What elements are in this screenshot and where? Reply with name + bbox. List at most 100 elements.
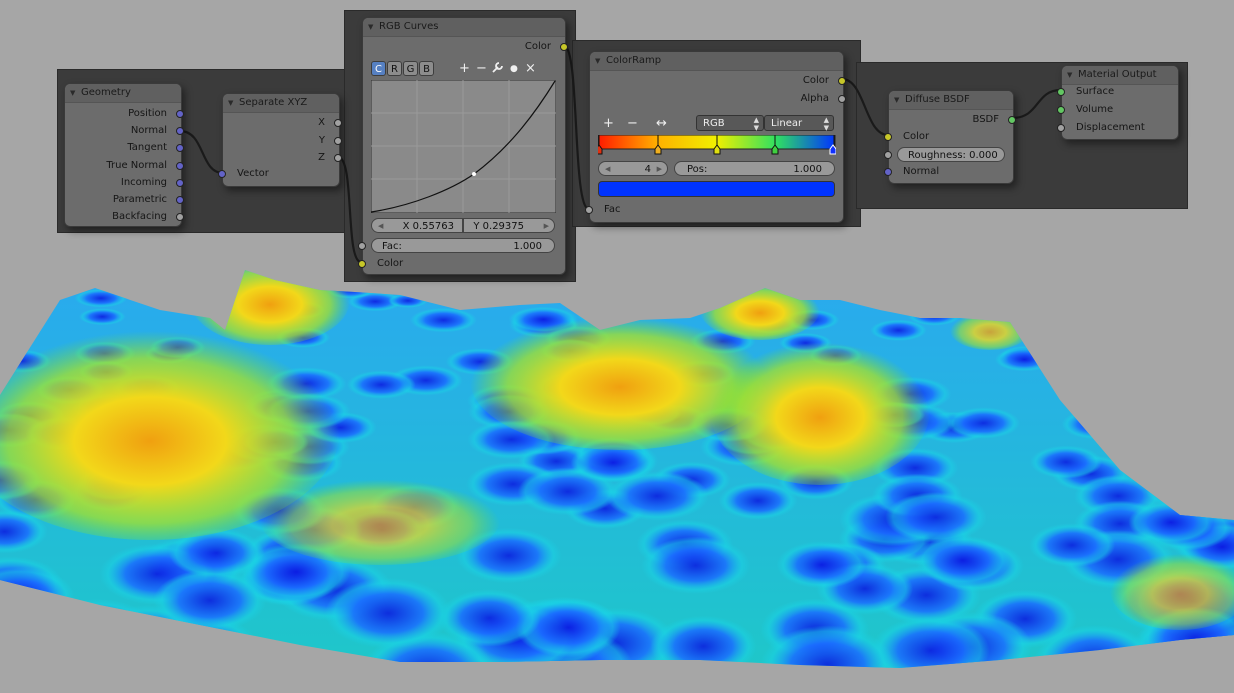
tab-g[interactable]: G (403, 61, 418, 76)
material-input-surface: Surface (1076, 86, 1115, 97)
material-output-node[interactable]: ▼ Material Output Surface Volume Displac… (1057, 65, 1179, 140)
geometry-node-header[interactable]: ▼ Geometry (65, 84, 181, 103)
socket-normal-in[interactable] (884, 168, 892, 176)
diffuse-input-normal: Normal (903, 166, 940, 177)
socket-vector-in[interactable] (218, 170, 226, 178)
rgb-curves-output-color: Color (524, 41, 551, 52)
remove-stop-icon[interactable]: − (627, 117, 638, 130)
geometry-output-parametric: Parametric (112, 194, 167, 205)
separate-xyz-output-y: Y (318, 135, 325, 146)
color-mode-dropdown[interactable]: RGB ▲ ▼ (696, 115, 764, 132)
geometry-output-normal: Normal (130, 125, 167, 136)
collapse-triangle-icon[interactable]: ▼ (1067, 66, 1072, 84)
tab-b[interactable]: B (419, 61, 434, 76)
delete-point-icon[interactable]: × (525, 62, 536, 75)
link-ramp-diffuse (841, 77, 889, 137)
colorramp-output-alpha: Alpha (800, 93, 829, 104)
socket-true-normal[interactable] (176, 162, 184, 170)
socket-color-out[interactable] (560, 43, 568, 51)
tab-r[interactable]: R (387, 61, 402, 76)
material-input-volume: Volume (1076, 104, 1114, 115)
up-down-arrows-icon: ▲ ▼ (823, 116, 829, 132)
socket-normal[interactable] (176, 127, 184, 135)
geometry-output-backfacing: Backfacing (112, 211, 167, 222)
diffuse-input-color: Color (903, 131, 930, 142)
separate-xyz-node-header[interactable]: ▼ Separate XYZ (223, 94, 339, 113)
geometry-node-title: Geometry (81, 87, 131, 98)
colorramp-output-color: Color (802, 75, 829, 86)
geometry-node[interactable]: ▼ Geometry Position Normal Tangent True … (64, 83, 184, 227)
flip-ramp-icon[interactable]: ↔ (656, 117, 667, 130)
socket-fac-in[interactable] (358, 242, 366, 250)
material-output-node-title: Material Output (1078, 69, 1157, 80)
socket-y[interactable] (334, 137, 342, 145)
separate-xyz-output-x: X (318, 117, 325, 128)
material-output-node-header[interactable]: ▼ Material Output (1062, 66, 1178, 85)
link-normal-vector (179, 129, 224, 175)
socket-x[interactable] (334, 119, 342, 127)
roughness-slider[interactable]: Roughness: 0.000 (897, 147, 1005, 162)
zoom-out-icon[interactable]: − (476, 62, 487, 75)
rgb-curves-node[interactable]: ▼ RGB Curves Color C R G B + − ● × ◀ X 0.… (358, 17, 568, 275)
collapse-triangle-icon[interactable]: ▼ (894, 91, 899, 109)
separate-xyz-output-z: Z (318, 152, 325, 163)
collapse-triangle-icon[interactable]: ▼ (70, 84, 75, 102)
wrench-icon[interactable] (491, 61, 504, 77)
geometry-output-tangent: Tangent (127, 142, 167, 153)
socket-bsdf-out[interactable] (1008, 116, 1016, 124)
color-ramp-bar[interactable] (598, 135, 836, 155)
add-stop-icon[interactable]: + (603, 117, 614, 130)
socket-fac-in[interactable] (585, 206, 593, 214)
socket-incoming[interactable] (176, 179, 184, 187)
geometry-output-true-normal: True Normal (106, 160, 167, 171)
socket-displacement-in[interactable] (1057, 124, 1065, 132)
active-stop-index-field[interactable]: ◀ 4 ▶ (598, 161, 668, 176)
link-color-fac (563, 44, 590, 211)
rgb-curves-node-header[interactable]: ▼ RGB Curves (363, 18, 565, 37)
material-input-displacement: Displacement (1076, 122, 1145, 133)
diffuse-output-bsdf: BSDF (972, 114, 999, 125)
socket-color-out[interactable] (838, 77, 846, 85)
socket-z[interactable] (334, 154, 342, 162)
collapse-triangle-icon[interactable]: ▼ (228, 94, 233, 112)
up-down-arrows-icon: ▲ ▼ (753, 116, 759, 132)
socket-volume-in[interactable] (1057, 106, 1065, 114)
diffuse-bsdf-node-header[interactable]: ▼ Diffuse BSDF (889, 91, 1013, 110)
link-bsdf-surface (1011, 88, 1062, 120)
interpolation-dropdown[interactable]: Linear ▲ ▼ (764, 115, 834, 132)
separate-xyz-input-vector: Vector (237, 168, 269, 179)
clipping-dot-icon[interactable]: ● (510, 63, 518, 76)
colorramp-node-header[interactable]: ▼ ColorRamp (590, 52, 843, 71)
geometry-output-incoming: Incoming (120, 177, 167, 188)
tab-c[interactable]: C (371, 61, 386, 76)
separate-xyz-node[interactable]: ▼ Separate XYZ X Y Z Vector (218, 93, 342, 187)
active-stop-color-swatch[interactable] (598, 181, 835, 197)
zoom-in-icon[interactable]: + (459, 62, 470, 75)
collapse-triangle-icon[interactable]: ▼ (368, 18, 373, 36)
curve-graph[interactable] (371, 80, 556, 213)
socket-roughness-in[interactable] (884, 151, 892, 159)
fac-slider[interactable]: Fac: 1.000 (371, 238, 555, 253)
colorramp-node-title: ColorRamp (606, 55, 662, 66)
socket-color-in[interactable] (884, 133, 892, 141)
geometry-output-position: Position (128, 108, 167, 119)
stop-position-field[interactable]: Pos: 1.000 (674, 161, 835, 176)
rgb-curves-input-color: Color (377, 258, 404, 269)
socket-position[interactable] (176, 110, 184, 118)
diffuse-bsdf-node[interactable]: ▼ Diffuse BSDF BSDF Color Roughness: 0.0… (884, 90, 1016, 184)
socket-tangent[interactable] (176, 144, 184, 152)
socket-color-in[interactable] (358, 260, 366, 268)
rgb-curves-node-title: RGB Curves (379, 21, 439, 32)
separate-xyz-node-title: Separate XYZ (239, 97, 308, 108)
socket-surface-in[interactable] (1057, 88, 1065, 96)
colorramp-input-fac: Fac (604, 204, 621, 215)
collapse-triangle-icon[interactable]: ▼ (595, 52, 600, 70)
colorramp-node[interactable]: ▼ ColorRamp Color Alpha + − ↔ RGB ▲ ▼ Lin… (585, 51, 846, 223)
curve-control-point[interactable] (472, 172, 476, 176)
socket-parametric[interactable] (176, 196, 184, 204)
curve-x-field[interactable]: ◀ X 0.55763 (371, 218, 463, 233)
socket-backfacing[interactable] (176, 213, 184, 221)
socket-alpha-out[interactable] (838, 95, 846, 103)
diffuse-bsdf-node-title: Diffuse BSDF (905, 94, 970, 105)
curve-y-field[interactable]: Y 0.29375 ▶ (463, 218, 555, 233)
